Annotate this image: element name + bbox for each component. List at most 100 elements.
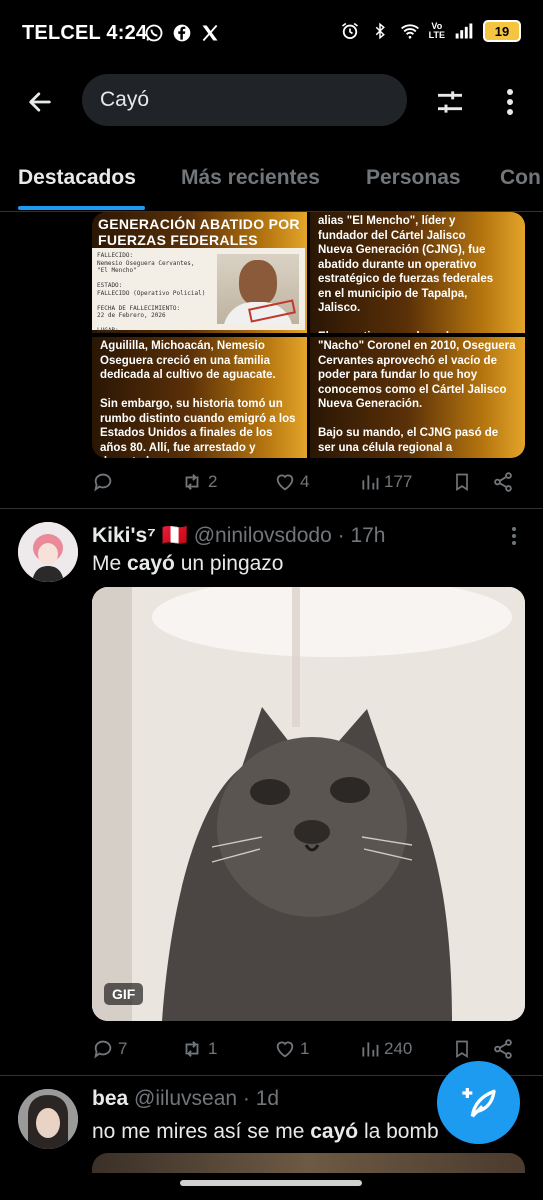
bookmark-button[interactable]: [452, 1034, 472, 1064]
bookmark-icon: [456, 473, 468, 492]
display-name[interactable]: Kiki's⁷: [92, 524, 156, 547]
tab-mas-recientes[interactable]: Más recientes: [181, 166, 320, 190]
tile-2-text: alias "El Mencho", líder y fundador del …: [318, 215, 494, 333]
tile-headline: GENERACIÓN ABATIDO POR FUERZAS FEDERALES: [98, 216, 300, 248]
analytics-icon: [362, 475, 379, 490]
record-line: [97, 320, 205, 328]
flag-emoji: 🇵🇪: [161, 524, 188, 547]
headline-line-2: FUERZAS FEDERALES: [98, 232, 258, 248]
tab-destacados[interactable]: Destacados: [18, 166, 136, 190]
view-count: 177: [384, 472, 413, 491]
wifi-icon: [399, 20, 421, 42]
tweet-3-text: no me mires así se me cayó la bomb: [92, 1120, 439, 1144]
tweet-timestamp[interactable]: · 1d: [243, 1087, 279, 1110]
reply-button[interactable]: 7: [92, 1034, 127, 1064]
tweet-3-media-preview[interactable]: [92, 1153, 525, 1173]
x-logo-icon: [199, 22, 221, 44]
avatar[interactable]: [18, 522, 78, 582]
bluetooth-icon: [369, 20, 391, 42]
carrier-time: TELCEL 4:24: [22, 22, 147, 45]
media-tile-3[interactable]: Aguililla, Michoacán, Nemesio Oseguera c…: [92, 337, 307, 458]
highlighted-term: cayó: [310, 1120, 359, 1143]
search-header: Cayó: [0, 70, 543, 132]
gif-media[interactable]: GIF: [92, 587, 525, 1021]
reply-icon: [94, 1040, 112, 1059]
share-icon: [494, 1039, 512, 1059]
user-handle[interactable]: @ninilovsdodo: [194, 524, 332, 547]
battery-indicator: 19: [483, 20, 521, 42]
record-line: "El Mencho": [97, 267, 137, 274]
record-line: FALLECIDO:: [97, 252, 134, 259]
volte-bottom: LTE: [428, 30, 445, 40]
photo-head: [239, 260, 277, 306]
gesture-navigation-bar[interactable]: [180, 1180, 362, 1186]
alarm-icon: [339, 20, 361, 42]
tweet-timestamp[interactable]: · 17h: [338, 524, 386, 547]
carrier-label: TELCEL: [22, 22, 101, 44]
reply-icon: [94, 473, 112, 492]
tweet-2-actions: 7 1 1 240: [92, 1034, 525, 1064]
search-input[interactable]: Cayó: [82, 74, 407, 126]
vertical-dots-icon: [512, 527, 516, 545]
views-button[interactable]: 177: [360, 467, 412, 497]
tile-4-text: "Nacho" Coronel en 2010, Oseguera Cervan…: [318, 340, 516, 454]
record-line: [97, 297, 205, 305]
like-count: 4: [300, 472, 310, 491]
highlighted-term: cayó: [127, 552, 175, 575]
heart-icon: [276, 474, 294, 491]
like-button[interactable]: 1: [274, 1034, 309, 1064]
retweet-count: 2: [208, 472, 218, 491]
tweet-divider: [0, 508, 543, 509]
tweet-more-button[interactable]: [504, 524, 524, 548]
media-tile-2[interactable]: alias "El Mencho", líder y fundador del …: [310, 212, 525, 333]
share-button[interactable]: [492, 1034, 514, 1064]
views-button[interactable]: 240: [360, 1034, 412, 1064]
back-arrow-icon: [29, 92, 51, 112]
bookmark-button[interactable]: [452, 467, 472, 497]
back-button[interactable]: [20, 82, 60, 122]
tweet-2-header: Kiki's⁷ 🇵🇪 @ninilovsdodo · 17h: [92, 524, 386, 548]
text-part: la bomb: [358, 1120, 439, 1143]
search-filters-button[interactable]: [430, 82, 470, 122]
headline-line-1: GENERACIÓN ABATIDO POR: [98, 216, 300, 232]
avatar[interactable]: [18, 1089, 78, 1149]
record-line: FALLECIDO (Operativo Policial): [97, 289, 206, 297]
tab-personas[interactable]: Personas: [366, 166, 461, 190]
record-line: 22 de Febrero, 2026: [97, 312, 166, 319]
vertical-dots-icon: [507, 89, 513, 115]
reply-button[interactable]: [92, 467, 118, 497]
feather-plus-icon: [461, 1087, 496, 1118]
clock: 4:24: [106, 22, 148, 44]
retweet-icon: [185, 1041, 199, 1057]
media-tile-4[interactable]: "Nacho" Coronel en 2010, Oseguera Cervan…: [310, 337, 525, 458]
death-record-card: FALLECIDO: Nemesio Oseguera Cervantes, "El…: [92, 248, 305, 333]
search-query: Cayó: [100, 88, 150, 111]
retweet-button[interactable]: 1: [180, 1034, 217, 1064]
share-button[interactable]: [492, 467, 514, 497]
like-button[interactable]: 4: [274, 467, 309, 497]
user-handle[interactable]: @iiluvsean: [134, 1087, 237, 1110]
compose-post-button[interactable]: [437, 1061, 520, 1144]
retweet-count: 1: [208, 1039, 218, 1058]
retweet-button[interactable]: 2: [180, 467, 217, 497]
more-options-button[interactable]: [492, 82, 528, 122]
retweet-icon: [185, 474, 199, 490]
view-count: 240: [384, 1039, 413, 1058]
facebook-icon: [171, 22, 193, 44]
gif-badge: GIF: [104, 983, 144, 1005]
tweet-media-grid[interactable]: GENERACIÓN ABATIDO POR FUERZAS FEDERALES…: [92, 212, 525, 458]
avatar-illustration: [18, 522, 78, 582]
display-name[interactable]: bea: [92, 1087, 128, 1110]
text-part: Me: [92, 552, 128, 575]
text-part: no me mires así se me: [92, 1120, 311, 1143]
tile-3-text: Aguililla, Michoacán, Nemesio Oseguera c…: [100, 340, 296, 458]
active-tab-indicator: [18, 206, 145, 210]
record-line: LUGAR:: [97, 327, 119, 333]
media-tile-1[interactable]: GENERACIÓN ABATIDO POR FUERZAS FEDERALES…: [92, 212, 307, 333]
tweet-1-actions: 2 4 177: [92, 467, 525, 497]
record-line: [97, 275, 205, 283]
tweet-2-text: Me cayó un pingazo: [92, 552, 283, 576]
status-bar: TELCEL 4:24 Vo LTE 19: [0, 0, 543, 70]
reply-count: 7: [118, 1039, 128, 1058]
tab-contenido[interactable]: Con: [500, 166, 541, 190]
